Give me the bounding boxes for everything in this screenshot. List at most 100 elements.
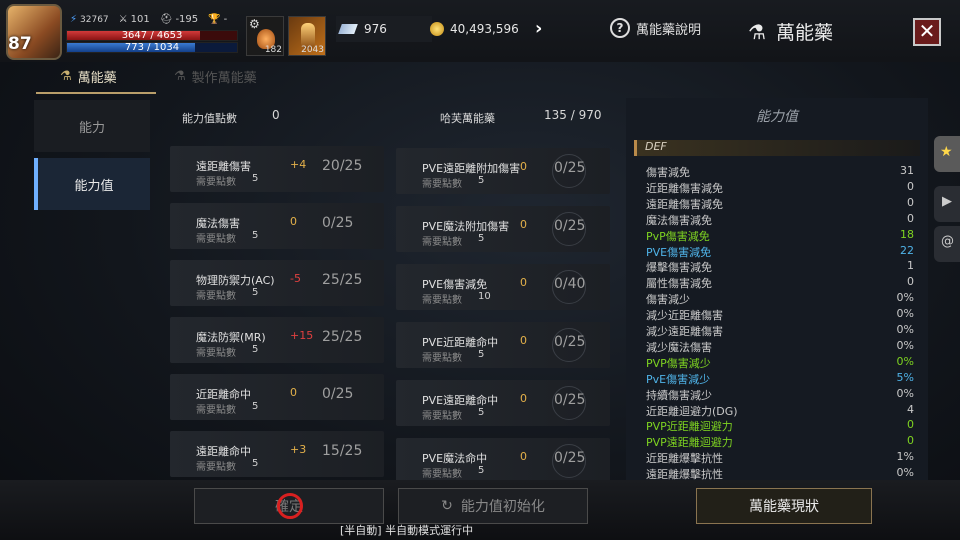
stat-delta: +3: [290, 443, 307, 456]
stat-ratio: 15/25: [322, 443, 363, 459]
stat-row-value: 1%: [896, 450, 914, 464]
stat-row: 傷害減少 0%: [646, 291, 914, 307]
required-points-value: 5: [478, 465, 485, 476]
potion-slot[interactable]: ⚙ 182: [246, 16, 284, 56]
pve-stat-card[interactable]: PVE魔法附加傷害 需要點數 5 0 0/25: [396, 206, 610, 252]
required-points-label: 需要點數: [196, 405, 236, 416]
gear-icon: ⚙: [249, 17, 260, 31]
stat-row-name: 爆擊傷害減免: [646, 261, 712, 275]
required-points-value: 10: [478, 291, 491, 302]
attack-icon: ⚔: [118, 14, 128, 25]
stat-row: 持續傷害減少 0%: [646, 387, 914, 403]
stat-row: 遠距離傷害減免 0: [646, 196, 914, 212]
stat-row: 爆擊傷害減免 1: [646, 259, 914, 275]
elixir-icon: ⚗: [748, 19, 766, 44]
required-points-value: 5: [252, 230, 259, 241]
close-button[interactable]: ✕: [913, 18, 941, 46]
nav-ability[interactable]: 能力: [34, 100, 150, 152]
stat-name: PVE近距離命中: [422, 336, 499, 349]
potion-count: 182: [264, 45, 282, 55]
required-points-value: 5: [252, 173, 259, 184]
required-points-label: 需要點數: [196, 348, 236, 359]
stat-card[interactable]: 近距離命中 需要點數 5 0 0/25: [170, 374, 384, 420]
stat-card[interactable]: 物理防禦力(AC) 需要點數 5 -5 25/25: [170, 260, 384, 306]
stat-ratio: 0/25: [554, 334, 586, 350]
stat-card[interactable]: 遠距離傷害 需要點數 5 +4 20/25: [170, 146, 384, 192]
buff-slot[interactable]: 2043: [288, 16, 326, 56]
stat-card[interactable]: 魔法防禦(MR) 需要點數 5 +15 25/25: [170, 317, 384, 363]
stat-delta: 0: [290, 215, 297, 228]
stat-ratio: 0/40: [554, 276, 586, 292]
stat-delta: +15: [290, 329, 314, 342]
stat-row-name: 減少近距離傷害: [646, 309, 723, 323]
chevron-right-icon[interactable]: ›: [535, 18, 542, 39]
top-bar: 87 ⚡ 32767 ⚔ 101 ⛑ -195 🏆 - 3647 / 4653 773 …: [0, 0, 960, 62]
pve-stat-card[interactable]: PVE魔法命中 需要點數 5 0 0/25: [396, 438, 610, 484]
title-text: 萬能藥: [775, 22, 833, 44]
hp-text: 3647 / 4653: [121, 30, 183, 41]
stat-name: 遠距離傷害: [196, 160, 251, 173]
stat-row-value: 31: [900, 164, 914, 177]
tab-craft-elixir[interactable]: ⚗ 製作萬能藥: [174, 67, 257, 86]
stat-row-value: 0: [907, 179, 914, 193]
gold-value: 40,493,596: [450, 22, 519, 36]
play-icon: ▶: [942, 194, 952, 209]
required-points-value: 5: [478, 233, 485, 244]
stat-row: 屬性傷害減免 0: [646, 275, 914, 291]
required-points-value: 5: [478, 407, 485, 418]
side-star-button[interactable]: ★: [934, 136, 960, 172]
trophy-icon: 🏆: [208, 14, 221, 25]
required-points-label: 需要點數: [422, 353, 462, 364]
stat-row-value: 0: [907, 275, 914, 289]
stat-row-value: 0: [907, 195, 914, 209]
stat-delta: 0: [520, 392, 527, 405]
pve-stat-card[interactable]: PVE近距離命中 需要點數 5 0 0/25: [396, 322, 610, 368]
help-button[interactable]: ? 萬能藥說明: [610, 18, 701, 38]
stat-delta: +4: [290, 158, 307, 171]
elixir-label: 哈芙萬能藥: [440, 112, 495, 125]
stat-delta: 0: [520, 160, 527, 173]
stat-name: 魔法防禦(MR): [196, 331, 266, 344]
stat-row: 近距離爆擊抗性 1%: [646, 450, 914, 466]
required-points-label: 需要點數: [196, 291, 236, 302]
stat-row-value: 0%: [896, 338, 914, 352]
stat-row-value: 5%: [896, 370, 914, 384]
crystal-value: 976: [364, 22, 387, 36]
side-play-button[interactable]: ▶: [934, 186, 960, 222]
stat-card[interactable]: 魔法傷害 需要點數 5 0 0/25: [170, 203, 384, 249]
stat-row: 魔法傷害減免 0: [646, 212, 914, 228]
stat-row: PVP遠距離迴避力 0: [646, 434, 914, 450]
stat-ratio: 25/25: [322, 272, 363, 288]
confirm-button[interactable]: 確定: [194, 488, 384, 524]
reset-label: 能力值初始化: [460, 499, 545, 515]
tab-elixir[interactable]: ⚗ 萬能藥: [60, 67, 117, 86]
pve-stat-card[interactable]: PVE傷害減免 需要點數 10 0 0/40: [396, 264, 610, 310]
stat-card[interactable]: 遠距離命中 需要點數 5 +3 15/25: [170, 431, 384, 477]
player-stats: ⚡ 32767 ⚔ 101 ⛑ -195 🏆 -: [70, 14, 227, 25]
pve-stat-card[interactable]: PVE遠距離命中 需要點數 5 0 0/25: [396, 380, 610, 426]
player-level: 87: [8, 34, 32, 54]
reset-icon: ↻: [441, 498, 453, 514]
pve-stat-card[interactable]: PVE遠距離附加傷害 需要點數 5 0 0/25: [396, 148, 610, 194]
reset-stats-button[interactable]: ↻ 能力值初始化: [398, 488, 588, 524]
swirl-icon: @: [941, 234, 954, 249]
stat-ratio: 0/25: [322, 215, 354, 231]
stat-row-value: 0%: [896, 307, 914, 321]
defense-value: -195: [175, 14, 199, 25]
stats-panel-title: 能力值: [756, 109, 798, 125]
disabled-icon: [277, 493, 303, 519]
tabs: ⚗ 萬能藥 ⚗ 製作萬能藥 🧪 服用: [0, 64, 960, 154]
elixir-status-button[interactable]: 萬能藥現狀: [696, 488, 872, 524]
stat-row: PVP傷害減少 0%: [646, 355, 914, 371]
attack-value: 101: [130, 14, 150, 25]
nav-stats[interactable]: 能力值: [34, 158, 150, 210]
nav-ability-label: 能力: [78, 120, 105, 136]
stat-ratio: 25/25: [322, 329, 363, 345]
stat-name: 魔法傷害: [196, 217, 240, 230]
stat-row: 近距離迴避力(DG) 4: [646, 403, 914, 419]
side-swirl-button[interactable]: @: [934, 226, 960, 262]
stat-name: PVE遠距離命中: [422, 394, 499, 407]
side-nav: 能力 能力值: [34, 100, 152, 480]
stat-row-name: PVP近距離迴避力: [646, 420, 733, 434]
stat-ratio: 0/25: [554, 450, 586, 466]
